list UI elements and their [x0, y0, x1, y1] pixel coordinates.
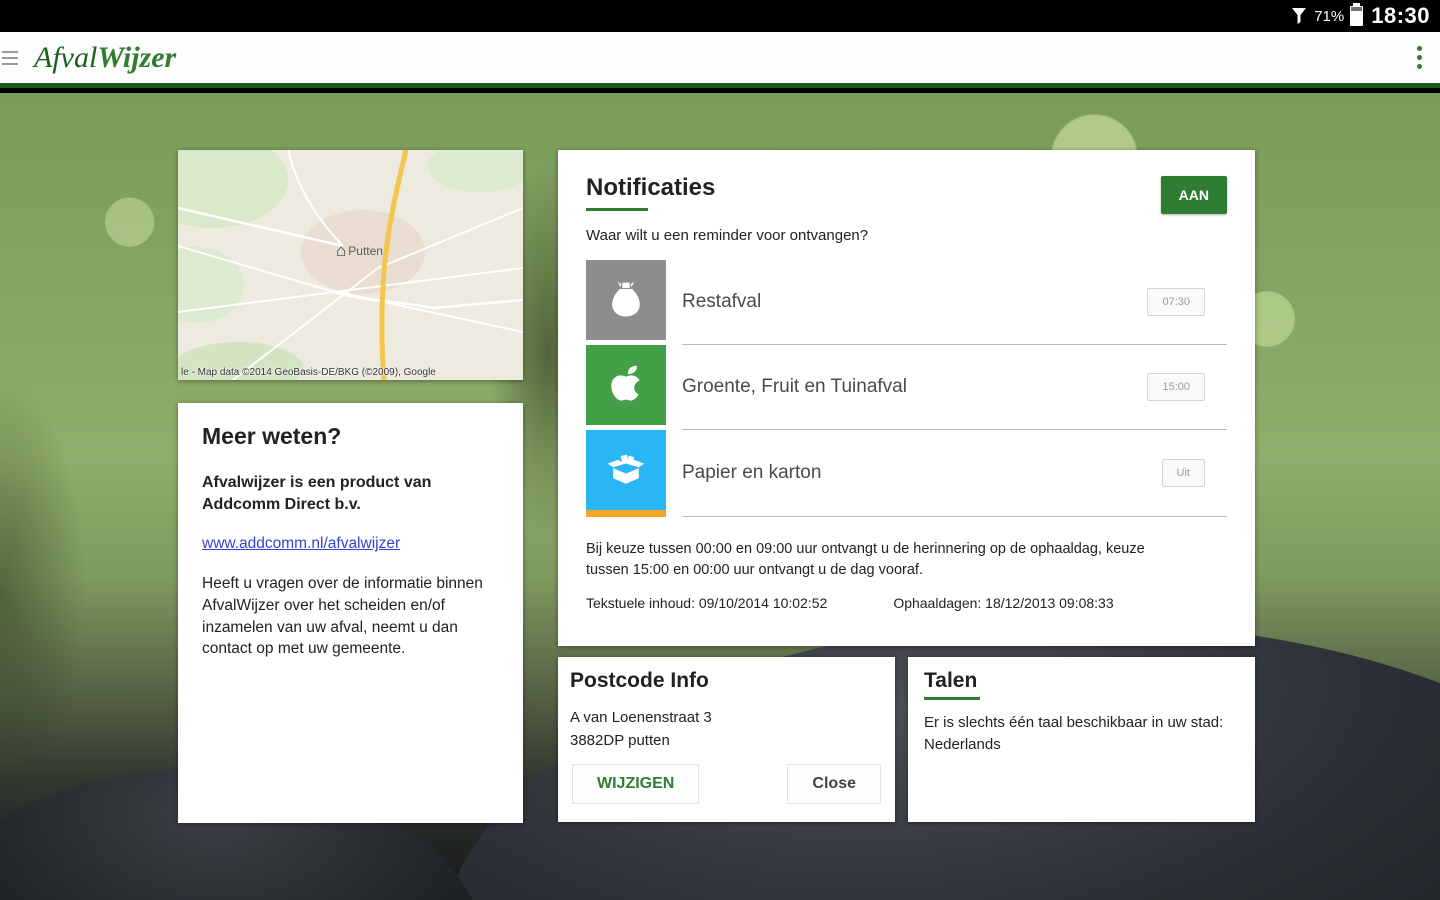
app-title-part2: Wijzer [97, 41, 176, 74]
apple-core-icon [586, 345, 666, 425]
notification-label: Papier en karton [682, 462, 821, 484]
notification-row-papier[interactable]: Papier en karton Uit [586, 430, 1227, 517]
postcode-buttons: WIJZIGEN Close [570, 764, 883, 804]
map-image [178, 150, 523, 380]
tekstuele-inhoud-timestamp: Tekstuele inhoud: 09/10/2014 10:02:52 [586, 595, 827, 611]
paper-box-icon [586, 430, 666, 510]
meer-weten-body: Heeft u vragen over de informatie binnen… [202, 573, 499, 660]
notification-time-badge[interactable]: Uit [1162, 459, 1205, 487]
paper-icon-wrap [586, 430, 666, 517]
postcode-info-title: Postcode Info [570, 669, 883, 693]
app-title-part1: Afval [34, 41, 97, 74]
house-marker-icon: ⌂ [336, 242, 346, 259]
paper-accent-strip [586, 510, 666, 517]
address-line1: A van Loenenstraat 3 [570, 707, 883, 730]
meer-weten-card: Meer weten? Afvalwijzer is een product v… [178, 403, 523, 823]
map-card[interactable]: ⌂ Putten le - Map data ©2014 GeoBasis-DE… [178, 150, 523, 380]
title-underline [586, 208, 648, 211]
addcomm-link[interactable]: www.addcomm.nl/afvalwijzer [202, 535, 400, 553]
battery-icon [1350, 6, 1363, 26]
notificaties-meta: Tekstuele inhoud: 09/10/2014 10:02:52 Op… [586, 595, 1227, 611]
close-button[interactable]: Close [787, 764, 881, 804]
talen-card: Talen Er is slechts één taal beschikbaar… [908, 657, 1255, 822]
notification-row-gft[interactable]: Groente, Fruit en Tuinafval 15:00 [586, 345, 1227, 430]
ophaaldagen-timestamp: Ophaaldagen: 18/12/2013 09:08:33 [893, 595, 1113, 611]
map-marker: ⌂ Putten [336, 242, 383, 259]
meer-weten-product-text: Afvalwijzer is een product van Addcomm D… [202, 472, 499, 515]
talen-title: Talen [924, 669, 977, 693]
meer-weten-title: Meer weten? [202, 423, 499, 450]
notification-time-badge[interactable]: 07:30 [1147, 288, 1205, 316]
notification-label: Restafval [682, 291, 761, 313]
overflow-menu-icon[interactable] [1411, 40, 1428, 75]
app-bar: AfvalWijzer [0, 32, 1440, 88]
battery-percent-label: 71% [1314, 8, 1344, 25]
notificaties-subtitle: Waar wilt u een reminder voor ontvangen? [586, 227, 1227, 244]
trash-bag-icon [586, 260, 666, 340]
network-signal-icon [1290, 6, 1308, 26]
notification-list: Restafval 07:30 Groente, Fruit en Tuinaf… [586, 260, 1227, 517]
postcode-info-card: Postcode Info A van Loenenstraat 3 3882D… [558, 657, 895, 822]
app-title: AfvalWijzer [34, 41, 176, 75]
title-underline [924, 697, 980, 700]
notification-row-restafval[interactable]: Restafval 07:30 [586, 260, 1227, 345]
notification-row-body: Restafval 07:30 [682, 260, 1227, 345]
notificaties-note: Bij keuze tussen 00:00 en 09:00 uur ontv… [586, 539, 1163, 581]
map-attribution: le - Map data ©2014 GeoBasis-DE/BKG (©20… [181, 367, 520, 378]
notification-row-body: Groente, Fruit en Tuinafval 15:00 [682, 345, 1227, 430]
notification-row-body: Papier en karton Uit [682, 430, 1227, 517]
notification-time-badge[interactable]: 15:00 [1147, 373, 1205, 401]
notification-label: Groente, Fruit en Tuinafval [682, 376, 907, 398]
clock-label: 18:30 [1371, 3, 1430, 29]
notifications-toggle-button[interactable]: AAN [1161, 176, 1227, 214]
talen-body: Er is slechts één taal beschikbaar in uw… [924, 712, 1239, 756]
status-bar: 71% 18:30 [0, 0, 1440, 32]
wijzigen-button[interactable]: WIJZIGEN [572, 764, 699, 804]
map-place-label: Putten [348, 244, 383, 258]
app-screen: 71% 18:30 AfvalWijzer [0, 0, 1440, 900]
notificaties-card: Notificaties AAN Waar wilt u een reminde… [558, 150, 1255, 646]
notificaties-title: Notificaties [586, 174, 715, 202]
address-line2: 3882DP putten [570, 730, 883, 753]
menu-icon[interactable] [2, 48, 22, 68]
